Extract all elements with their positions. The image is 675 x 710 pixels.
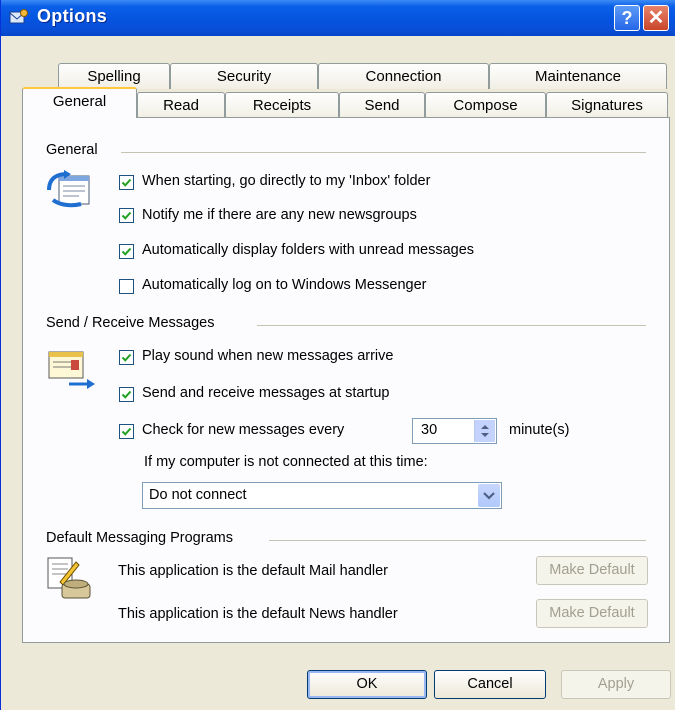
options-dialog: Options ? ✕ Spelling Security Connection… [0,0,675,710]
check-interval-value[interactable]: 30 [421,422,437,438]
default-news-text: This application is the default News han… [118,606,398,622]
notify-newsgroups-checkbox[interactable] [119,208,134,223]
inbox-on-start-checkbox[interactable] [119,175,134,190]
general-section-icon [45,170,95,215]
general-section-title: General [46,142,106,158]
send-receive-separator [257,325,646,326]
default-programs-section-icon [46,556,96,607]
notify-newsgroups-label: Notify me if there are any new newsgroup… [142,207,417,223]
connection-dropdown[interactable]: Do not connect [142,482,502,509]
send-receive-section-icon [47,348,97,395]
send-receive-section-title: Send / Receive Messages [46,315,223,331]
check-every-label: Check for new messages every [142,422,345,438]
not-connected-label: If my computer is not connected at this … [144,454,428,470]
minutes-unit-label: minute(s) [509,422,570,438]
default-programs-separator [269,540,646,541]
messenger-logon-label: Automatically log on to Windows Messenge… [142,277,427,293]
connection-dropdown-value: Do not connect [149,487,247,503]
startup-send-receive-checkbox[interactable] [119,387,134,402]
messenger-logon-checkbox[interactable] [119,279,134,294]
play-sound-checkbox[interactable] [119,350,134,365]
check-interval-spinner[interactable]: 30 [412,418,497,444]
spinner-arrows[interactable] [474,420,495,442]
default-programs-section-title: Default Messaging Programs [46,530,241,546]
display-unread-folders-label: Automatically display folders with unrea… [142,242,475,258]
spin-up-down-icon [481,425,489,437]
default-mail-text: This application is the default Mail han… [118,563,389,579]
make-default-mail-button[interactable]: Make Default [536,556,648,585]
display-unread-folders-checkbox[interactable] [119,244,134,259]
chevron-down-icon[interactable] [478,484,500,507]
check-every-checkbox[interactable] [119,424,134,439]
general-separator [121,152,646,153]
startup-send-receive-label: Send and receive messages at startup [142,385,390,401]
play-sound-label: Play sound when new messages arrive [142,348,394,364]
make-default-news-button[interactable]: Make Default [536,599,648,628]
inbox-on-start-label: When starting, go directly to my 'Inbox'… [142,173,431,189]
